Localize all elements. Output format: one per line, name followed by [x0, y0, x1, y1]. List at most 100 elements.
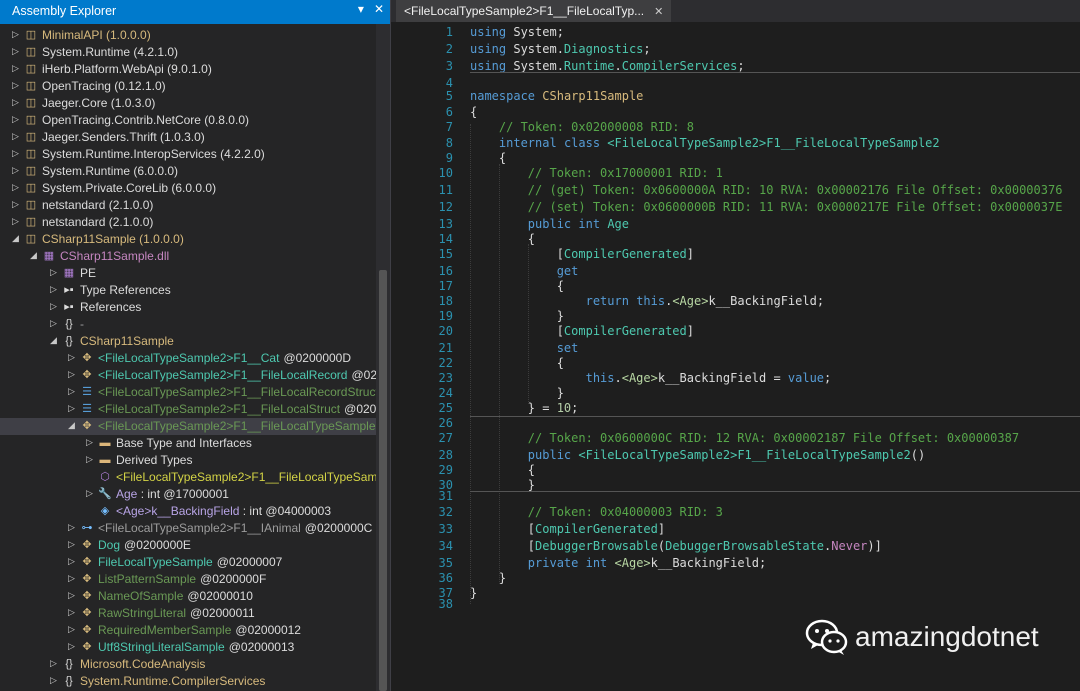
tree-item-name: NameOfSample	[98, 589, 184, 603]
tree-item[interactable]: ◢ ◫ CSharp11Sample (1.0.0.0)	[0, 231, 376, 248]
expand-arrow-icon[interactable]: ▷	[68, 556, 76, 566]
expand-arrow-icon[interactable]: ▷	[68, 403, 76, 413]
tree-item[interactable]: ▷ {} Microsoft.CodeAnalysis	[0, 656, 376, 673]
tree-item[interactable]: ▷ ⊶ <FileLocalTypeSample2>F1__IAnimal @0200…	[0, 520, 376, 537]
expand-arrow-icon[interactable]: ▷	[12, 199, 20, 209]
tree-item[interactable]: ▷ ✥ RawStringLiteral @02000011	[0, 605, 376, 622]
tree-item[interactable]: ▷ ▬ Base Type and Interfaces	[0, 435, 376, 452]
expand-arrow-icon[interactable]: ▷	[86, 488, 94, 498]
assembly-icon: ◫	[25, 131, 37, 143]
tree-item[interactable]: ▷ ☰ <FileLocalTypeSample2>F1__FileLocalRec…	[0, 384, 376, 401]
tree-scrollbar[interactable]	[376, 24, 390, 691]
expand-arrow-icon[interactable]: ▷	[86, 437, 94, 447]
tree-item[interactable]: ⬡ <FileLocalTypeSample2>F1__FileLocalType…	[0, 469, 376, 486]
collapse-arrow-icon[interactable]: ◢	[30, 250, 38, 260]
collapse-arrow-icon[interactable]: ◢	[68, 420, 76, 430]
scrollbar-thumb[interactable]	[379, 270, 387, 691]
tree-item[interactable]: ▷ ✥ FileLocalTypeSample @02000007	[0, 554, 376, 571]
tree-item-label: CSharp11Sample (1.0.0.0)	[42, 232, 184, 246]
code-line: set	[556, 341, 579, 355]
line-number: 20	[438, 324, 453, 338]
tree-item[interactable]: ▷ ✥ Utf8StringLiteralSample @02000013	[0, 639, 376, 656]
tree-item-label: <FileLocalTypeSample2>F1__FileLocalTypeS…	[98, 418, 376, 435]
expand-arrow-icon[interactable]: ▷	[12, 182, 20, 192]
expand-arrow-icon[interactable]: ▷	[12, 29, 20, 39]
tree-item[interactable]: ▷ ✥ <FileLocalTypeSample2>F1__FileLocalRec…	[0, 367, 376, 384]
expand-arrow-icon[interactable]: ▷	[68, 573, 76, 583]
tree-item[interactable]: ▷ ▸▪ Type References	[0, 282, 376, 299]
expand-arrow-icon[interactable]: ▷	[50, 284, 58, 294]
tree-item[interactable]: ▷ ◫ Jaeger.Senders.Thrift (1.0.3.0)	[0, 129, 376, 146]
tree-item-label: <FileLocalTypeSample2>F1__IAnimal @020000…	[98, 520, 372, 537]
expand-arrow-icon[interactable]: ▷	[86, 454, 94, 464]
expand-arrow-icon[interactable]: ▷	[68, 641, 76, 651]
code-area[interactable]: using System; using System.Diagnostics; …	[470, 22, 1080, 691]
tree-item[interactable]: ▷ ◫ System.Runtime.InteropServices (4.2.2.…	[0, 146, 376, 163]
tree-item-meta: @0200000E	[124, 538, 191, 552]
tree-item[interactable]: ◢ ✥ <FileLocalTypeSample2>F1__FileLocalTyp…	[0, 418, 376, 435]
tree-item[interactable]: ▷ ◫ OpenTracing.Contrib.NetCore (0.8.0.0)	[0, 112, 376, 129]
tree-item-meta: @0200000D	[283, 351, 352, 365]
expand-arrow-icon[interactable]: ▷	[68, 590, 76, 600]
collapse-arrow-icon[interactable]: ◢	[12, 233, 20, 243]
expand-arrow-icon[interactable]: ▷	[12, 216, 20, 226]
tree-item[interactable]: ▷ ▬ Derived Types	[0, 452, 376, 469]
tree-item[interactable]: ▷ ✥ Dog @0200000E	[0, 537, 376, 554]
tree-item[interactable]: ◈ <Age>k__BackingField : int @04000003	[0, 503, 376, 520]
tree-item[interactable]: ▷ ◫ OpenTracing (0.12.1.0)	[0, 78, 376, 95]
expand-arrow-icon[interactable]: ▷	[12, 131, 20, 141]
expand-arrow-icon[interactable]: ▷	[68, 539, 76, 549]
tree-item-label: System.Runtime.CompilerServices	[80, 674, 266, 688]
expand-arrow-icon[interactable]: ▷	[50, 658, 58, 668]
tree-item[interactable]: ▷ ✥ RequiredMemberSample @02000012	[0, 622, 376, 639]
tree-item[interactable]: ▷ ◫ Jaeger.Core (1.0.3.0)	[0, 95, 376, 112]
line-number: 13	[438, 217, 453, 231]
close-icon[interactable]: ✕	[374, 2, 384, 16]
tree-item[interactable]: ▷ ◫ netstandard (2.1.0.0)	[0, 214, 376, 231]
expand-arrow-icon[interactable]: ▷	[12, 63, 20, 73]
tree-item[interactable]: ◢ ▦ CSharp11Sample.dll	[0, 248, 376, 265]
expand-arrow-icon[interactable]: ▷	[12, 46, 20, 56]
tree-item[interactable]: ▷ ◫ System.Private.CoreLib (6.0.0.0)	[0, 180, 376, 197]
tree-item[interactable]: ▷ ☰ <FileLocalTypeSample2>F1__FileLocalStr…	[0, 401, 376, 418]
tree-item[interactable]: ▷ {} -	[0, 316, 376, 333]
tree-item[interactable]: ▷ ◫ MinimalAPI (1.0.0.0)	[0, 27, 376, 44]
tree-item[interactable]: ▷ ▦ PE	[0, 265, 376, 282]
expand-arrow-icon[interactable]: ▷	[68, 522, 76, 532]
expand-arrow-icon[interactable]: ▷	[12, 97, 20, 107]
tree-item[interactable]: ▷ ✥ <FileLocalTypeSample2>F1__Cat @0200000D	[0, 350, 376, 367]
tree-item[interactable]: ◢ {} CSharp11Sample	[0, 333, 376, 350]
tree-item[interactable]: ▷ ◫ System.Runtime (6.0.0.0)	[0, 163, 376, 180]
tree-item[interactable]: ▷ ◫ System.Runtime (4.2.1.0)	[0, 44, 376, 61]
expand-arrow-icon[interactable]: ▷	[68, 624, 76, 634]
tree-item[interactable]: ▷ 🔧 Age : int @17000001	[0, 486, 376, 503]
dropdown-icon[interactable]: ▾	[358, 2, 364, 16]
expand-arrow-icon[interactable]: ▷	[68, 352, 76, 362]
expand-arrow-icon[interactable]: ▷	[12, 148, 20, 158]
code-line: private int <Age>k__BackingField;	[527, 556, 767, 570]
expand-arrow-icon[interactable]: ▷	[12, 114, 20, 124]
tree-item[interactable]: ▷ ▸▪ References	[0, 299, 376, 316]
expand-arrow-icon[interactable]: ▷	[50, 675, 58, 685]
method-separator	[470, 72, 1080, 73]
tree-item[interactable]: ▷ {} System.Runtime.CompilerServices	[0, 673, 376, 690]
tree-item[interactable]: ▷ ✥ ListPatternSample @0200000F	[0, 571, 376, 588]
expand-arrow-icon[interactable]: ▷	[68, 369, 76, 379]
editor-tab[interactable]: <FileLocalTypeSample2>F1__FileLocalTyp..…	[396, 0, 672, 22]
collapse-arrow-icon[interactable]: ◢	[50, 335, 58, 345]
tree-item[interactable]: ▷ ◫ netstandard (2.1.0.0)	[0, 197, 376, 214]
expand-arrow-icon[interactable]: ▷	[12, 80, 20, 90]
expand-arrow-icon[interactable]: ▷	[68, 386, 76, 396]
line-number: 14	[438, 232, 453, 246]
expand-arrow-icon[interactable]: ▷	[50, 318, 58, 328]
tree-item[interactable]: ▷ ◫ iHerb.Platform.WebApi (9.0.1.0)	[0, 61, 376, 78]
expand-arrow-icon[interactable]: ▷	[50, 301, 58, 311]
tree-item-label: <FileLocalTypeSample2>F1__FileLocalRecor…	[98, 384, 376, 401]
tree-item[interactable]: ▷ ✥ NameOfSample @02000010	[0, 588, 376, 605]
line-number: 34	[438, 539, 453, 553]
code-line: [CompilerGenerated]	[470, 247, 694, 261]
expand-arrow-icon[interactable]: ▷	[68, 607, 76, 617]
expand-arrow-icon[interactable]: ▷	[12, 165, 20, 175]
tab-close-icon[interactable]: ✕	[654, 6, 663, 18]
expand-arrow-icon[interactable]: ▷	[50, 267, 58, 277]
